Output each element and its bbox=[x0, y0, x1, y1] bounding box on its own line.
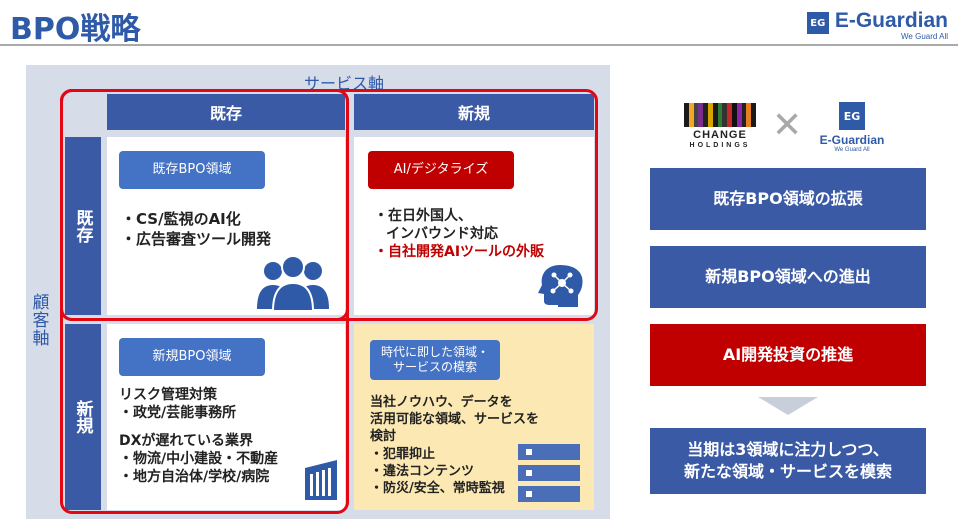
e-guardian-logo-secondary: EG E-Guardian We Guard All bbox=[812, 102, 892, 153]
change-stripes-icon bbox=[684, 103, 756, 127]
eg-logo-tagline: We Guard All bbox=[834, 147, 870, 153]
tag-line: サービスの模索 bbox=[392, 360, 477, 374]
eg-logo-icon: EG bbox=[839, 102, 865, 130]
summary-line: 当期は3領域に注力しつつ、 bbox=[687, 440, 889, 459]
summary-line: 新たな領域・サービスを模索 bbox=[683, 462, 892, 481]
customer-axis-text: 顧客軸 bbox=[32, 293, 50, 349]
logo-text: E-Guardian bbox=[834, 9, 948, 32]
strategy-box-enter-new: 新規BPO領域への進出 bbox=[650, 246, 926, 308]
description-line: 当社ノウハウ、データを bbox=[370, 395, 513, 410]
server-stack-icon bbox=[518, 444, 580, 502]
change-logo-sub: HOLDINGS bbox=[689, 142, 751, 149]
arrow-down-icon bbox=[758, 397, 818, 415]
header-divider bbox=[0, 44, 958, 46]
strategy-box-summary: 当期は3領域に注力しつつ、 新たな領域・サービスを模索 bbox=[650, 428, 926, 494]
eg-logo-text: E-Guardian bbox=[819, 133, 885, 147]
customer-axis-label: 顧客軸 bbox=[30, 294, 52, 348]
times-icon: ✕ bbox=[772, 105, 803, 146]
strategy-box-expand-existing: 既存BPO領域の拡張 bbox=[650, 168, 926, 230]
exploration-description: 当社ノウハウ、データを 活用可能な領域、サービスを 検討 bbox=[370, 394, 590, 445]
strategy-box-ai-investment: AI開発投資の推進 bbox=[650, 324, 926, 386]
change-logo-text: CHANGE bbox=[693, 129, 747, 141]
tag-line: 時代に即した領域・ bbox=[380, 345, 489, 359]
highlight-frame-existing-service bbox=[60, 89, 349, 514]
list-item: ・犯罪抑止 bbox=[370, 447, 436, 462]
page-title: BPO戦略 bbox=[10, 12, 141, 47]
change-holdings-logo: CHANGE HOLDINGS bbox=[684, 103, 756, 149]
list-item: ・違法コンテンツ bbox=[370, 464, 475, 479]
e-guardian-logo: EG E-Guardian We Guard All bbox=[806, 9, 948, 41]
description-line: 活用可能な領域、サービスを bbox=[370, 412, 540, 427]
logo-tagline: We Guard All bbox=[901, 32, 948, 41]
exploration-list: ・犯罪抑止 ・違法コンテンツ ・防災/安全、常時監視 bbox=[370, 446, 540, 497]
cell-new-new: 時代に即した領域・ サービスの模索 当社ノウハウ、データを 活用可能な領域、サー… bbox=[354, 324, 594, 510]
tag-new-service-exploration: 時代に即した領域・ サービスの模索 bbox=[370, 340, 500, 380]
eg-logo-icon: EG bbox=[806, 12, 829, 34]
list-item: ・防災/安全、常時監視 bbox=[370, 481, 505, 496]
